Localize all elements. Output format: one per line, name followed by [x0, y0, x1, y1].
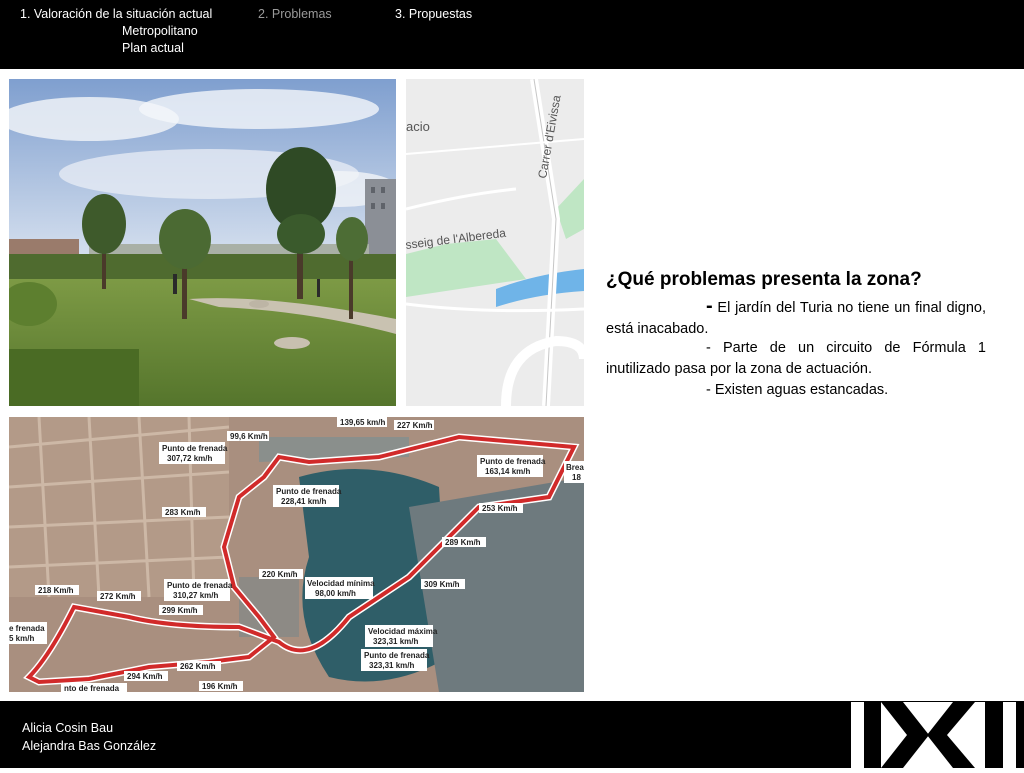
circuit-label: 310,27 km/h: [173, 591, 218, 600]
xi-logo-icon: [851, 702, 1016, 768]
circuit-label: 220 Km/h: [262, 570, 298, 579]
circuit-label: Velocidad mínima: [307, 579, 375, 588]
section-heading: ¿Qué problemas presenta la zona?: [606, 269, 922, 290]
park-photo: [9, 79, 396, 406]
circuit-label: 253 Km/h: [482, 504, 518, 513]
circuit-label: 323,31 km/h: [373, 637, 418, 646]
problem-point-2: - Parte de un circuito de Fórmula 1 inut…: [606, 340, 986, 377]
problem-point-3: - Existen aguas estancadas.: [706, 382, 889, 398]
circuit-label: 228,41 km/h: [281, 497, 326, 506]
nav-item-propuestas[interactable]: 3. Propuestas: [395, 6, 472, 22]
circuit-label: 323,31 km/h: [369, 661, 414, 670]
circuit-label: 163,14 km/h: [485, 467, 530, 476]
circuit-label: 227 Km/h: [397, 421, 433, 430]
circuit-label: 294 Km/h: [127, 672, 163, 681]
circuit-label: 99,6 Km/h: [230, 432, 268, 441]
circuit-label: Punto de frenada: [276, 487, 342, 496]
circuit-aerial-map: 139,65 km/h 227 Km/h 99,6 Km/h Punto de …: [9, 417, 584, 692]
circuit-label: e frenada: [9, 624, 45, 633]
nav-subitem-plan-actual[interactable]: Plan actual: [122, 40, 184, 56]
author-name: Alicia Cosin Bau: [22, 721, 114, 735]
circuit-label: 283 Km/h: [165, 508, 201, 517]
circuit-label: 18: [572, 473, 581, 482]
circuit-label: 309 Km/h: [424, 580, 460, 589]
nav-item-problemas[interactable]: 2. Problemas: [258, 6, 332, 22]
circuit-label: 272 Km/h: [100, 592, 136, 601]
map-label-acio: acio: [406, 119, 430, 134]
street-map: acio Carrer d'Eivissa sseig de l'Albered…: [406, 79, 584, 406]
circuit-label: 5 km/h: [9, 634, 34, 643]
circuit-label: Punto de frenada: [167, 581, 233, 590]
author-name: Alejandra Bas González: [22, 739, 157, 753]
nav-item-situacion-actual[interactable]: 1. Valoración de la situación actual: [20, 6, 212, 22]
circuit-label: Velocidad máxima: [368, 627, 438, 636]
circuit-label: 262 Km/h: [180, 662, 216, 671]
top-navigation-bar: 1. Valoración de la situación actual 2. …: [0, 0, 1024, 69]
circuit-label: Punto de frenada: [162, 444, 228, 453]
circuit-label: Punto de frenada: [364, 651, 430, 660]
circuit-label: 98,00 km/h: [315, 589, 356, 598]
circuit-label: 139,65 km/h: [340, 418, 385, 427]
nav-subitem-metropolitano[interactable]: Metropolitano: [122, 23, 198, 39]
circuit-label: Punto de frenada: [480, 457, 546, 466]
circuit-label: Brea: [566, 463, 584, 472]
circuit-label: 289 Km/h: [445, 538, 481, 547]
circuit-label: 299 Km/h: [162, 606, 198, 615]
circuit-label: nto de frenada: [64, 684, 120, 692]
circuit-label: 196 Km/h: [202, 682, 238, 691]
circuit-label: 218 Km/h: [38, 586, 74, 595]
problem-point-1: - El jardín del Turia no tiene un final …: [606, 295, 986, 338]
circuit-label: 307,72 km/h: [167, 454, 212, 463]
